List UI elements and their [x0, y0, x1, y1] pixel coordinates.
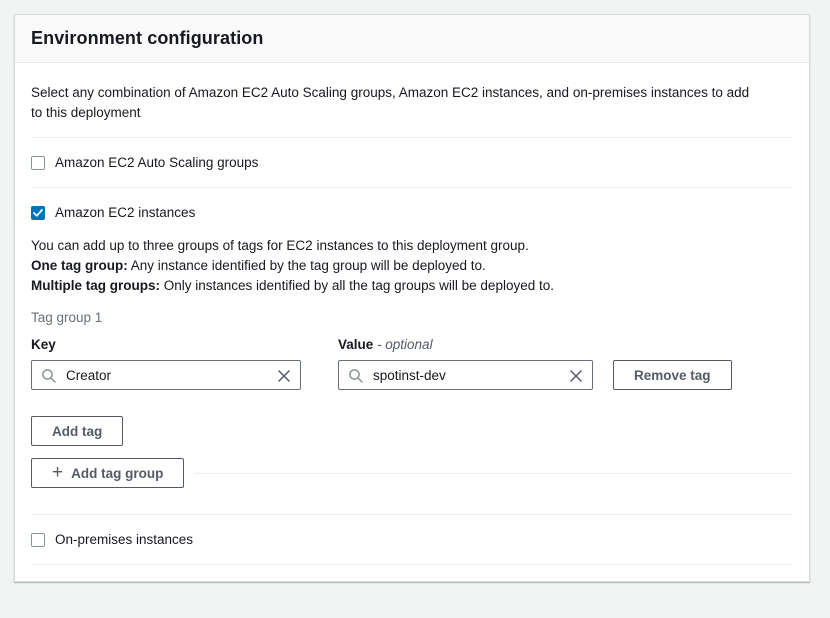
tag-field-labels: Key Value - optional	[31, 337, 793, 352]
key-label: Key	[31, 337, 301, 352]
key-input-wrapper	[31, 360, 301, 390]
check-icon	[33, 209, 43, 217]
divider	[194, 473, 793, 474]
value-label: Value - optional	[338, 337, 433, 352]
plus-icon: +	[52, 463, 63, 482]
panel-description: Select any combination of Amazon EC2 Aut…	[31, 83, 793, 123]
value-input[interactable]	[339, 361, 592, 389]
clear-key-button[interactable]	[274, 366, 294, 386]
on-premises-label: On-premises instances	[55, 532, 193, 547]
ec2-instances-label: Amazon EC2 instances	[55, 205, 195, 220]
ec2-instances-checkbox[interactable]	[31, 206, 45, 220]
on-premises-checkbox[interactable]	[31, 533, 45, 547]
tag-help-multiple-groups: Multiple tag groups: Only instances iden…	[31, 276, 793, 296]
checkbox-row-ec2-instances[interactable]: Amazon EC2 instances	[31, 188, 793, 230]
tag-group-title: Tag group 1	[31, 310, 793, 325]
value-input-wrapper	[338, 360, 593, 390]
page: Environment configuration Select any com…	[0, 0, 830, 596]
clear-value-button[interactable]	[566, 366, 586, 386]
panel-body: Select any combination of Amazon EC2 Aut…	[15, 83, 809, 581]
description-line-2: to this deployment	[31, 103, 793, 123]
panel-header: Environment configuration	[15, 15, 809, 63]
divider	[31, 564, 793, 565]
add-tag-group-row: + Add tag group	[31, 458, 793, 488]
add-tag-group-label: Add tag group	[71, 466, 163, 481]
add-tag-group-button[interactable]: + Add tag group	[31, 458, 184, 488]
tag-help-text: You can add up to three groups of tags f…	[31, 236, 793, 296]
clear-icon	[569, 369, 583, 383]
key-input[interactable]	[32, 361, 300, 389]
description-line-1: Select any combination of Amazon EC2 Aut…	[31, 83, 793, 103]
clear-icon	[277, 369, 291, 383]
tag-help-one-group: One tag group: Any instance identified b…	[31, 256, 793, 276]
search-icon	[348, 368, 364, 387]
environment-configuration-panel: Environment configuration Select any com…	[14, 14, 810, 582]
tag-inputs-row: Remove tag	[31, 360, 793, 390]
add-tag-button[interactable]: Add tag	[31, 416, 123, 446]
checkbox-row-auto-scaling-groups[interactable]: Amazon EC2 Auto Scaling groups	[31, 138, 793, 187]
tag-help-intro: You can add up to three groups of tags f…	[31, 236, 793, 256]
auto-scaling-groups-checkbox[interactable]	[31, 156, 45, 170]
checkbox-row-on-premises[interactable]: On-premises instances	[31, 515, 793, 564]
panel-title: Environment configuration	[31, 28, 264, 49]
remove-tag-button[interactable]: Remove tag	[613, 360, 732, 390]
auto-scaling-groups-label: Amazon EC2 Auto Scaling groups	[55, 155, 258, 170]
search-icon	[41, 368, 57, 387]
